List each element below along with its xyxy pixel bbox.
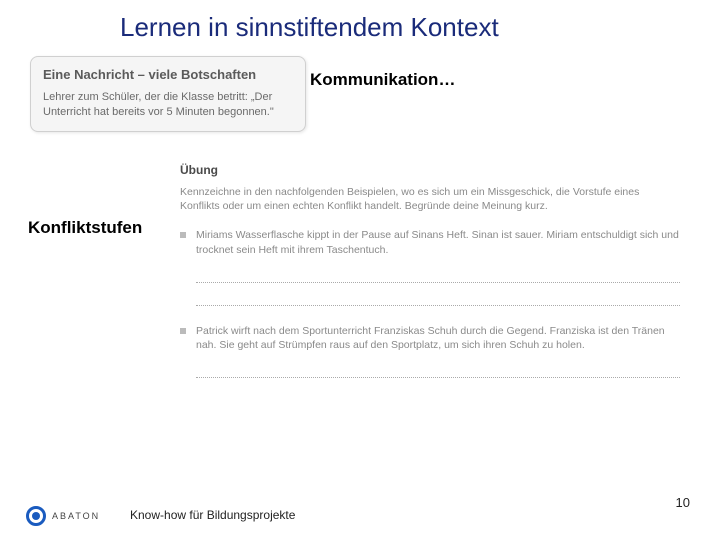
message-box-body: Lehrer zum Schüler, der die Klasse betri…: [43, 90, 293, 121]
footer-tagline: Know-how für Bildungsprojekte: [130, 508, 295, 522]
logo: ABATON: [26, 506, 100, 526]
logo-icon: [26, 506, 46, 526]
message-box-title: Eine Nachricht – viele Botschaften: [43, 67, 293, 82]
label-kommunikation: Kommunikation…: [310, 70, 455, 90]
writing-line: [196, 268, 680, 283]
exercise-block: Übung Kennzeichne in den nachfolgenden B…: [180, 162, 680, 396]
writing-line: [196, 291, 680, 306]
writing-line: [196, 363, 680, 378]
message-box: Eine Nachricht – viele Botschaften Lehre…: [30, 56, 306, 132]
exercise-item: Miriams Wasserflasche kippt in der Pause…: [180, 228, 680, 257]
exercise-item: Patrick wirft nach dem Sportunterricht F…: [180, 324, 680, 353]
writing-lines: [196, 268, 680, 306]
slide-title: Lernen in sinnstiftendem Kontext: [120, 12, 499, 43]
label-konfliktstufen: Konfliktstufen: [28, 218, 142, 238]
page-number: 10: [676, 495, 690, 510]
logo-text: ABATON: [52, 511, 100, 521]
exercise-intro: Kennzeichne in den nachfolgenden Beispie…: [180, 185, 680, 214]
exercise-heading: Übung: [180, 162, 680, 179]
writing-lines: [196, 363, 680, 378]
footer: ABATON Know-how für Bildungsprojekte 10: [0, 490, 720, 526]
